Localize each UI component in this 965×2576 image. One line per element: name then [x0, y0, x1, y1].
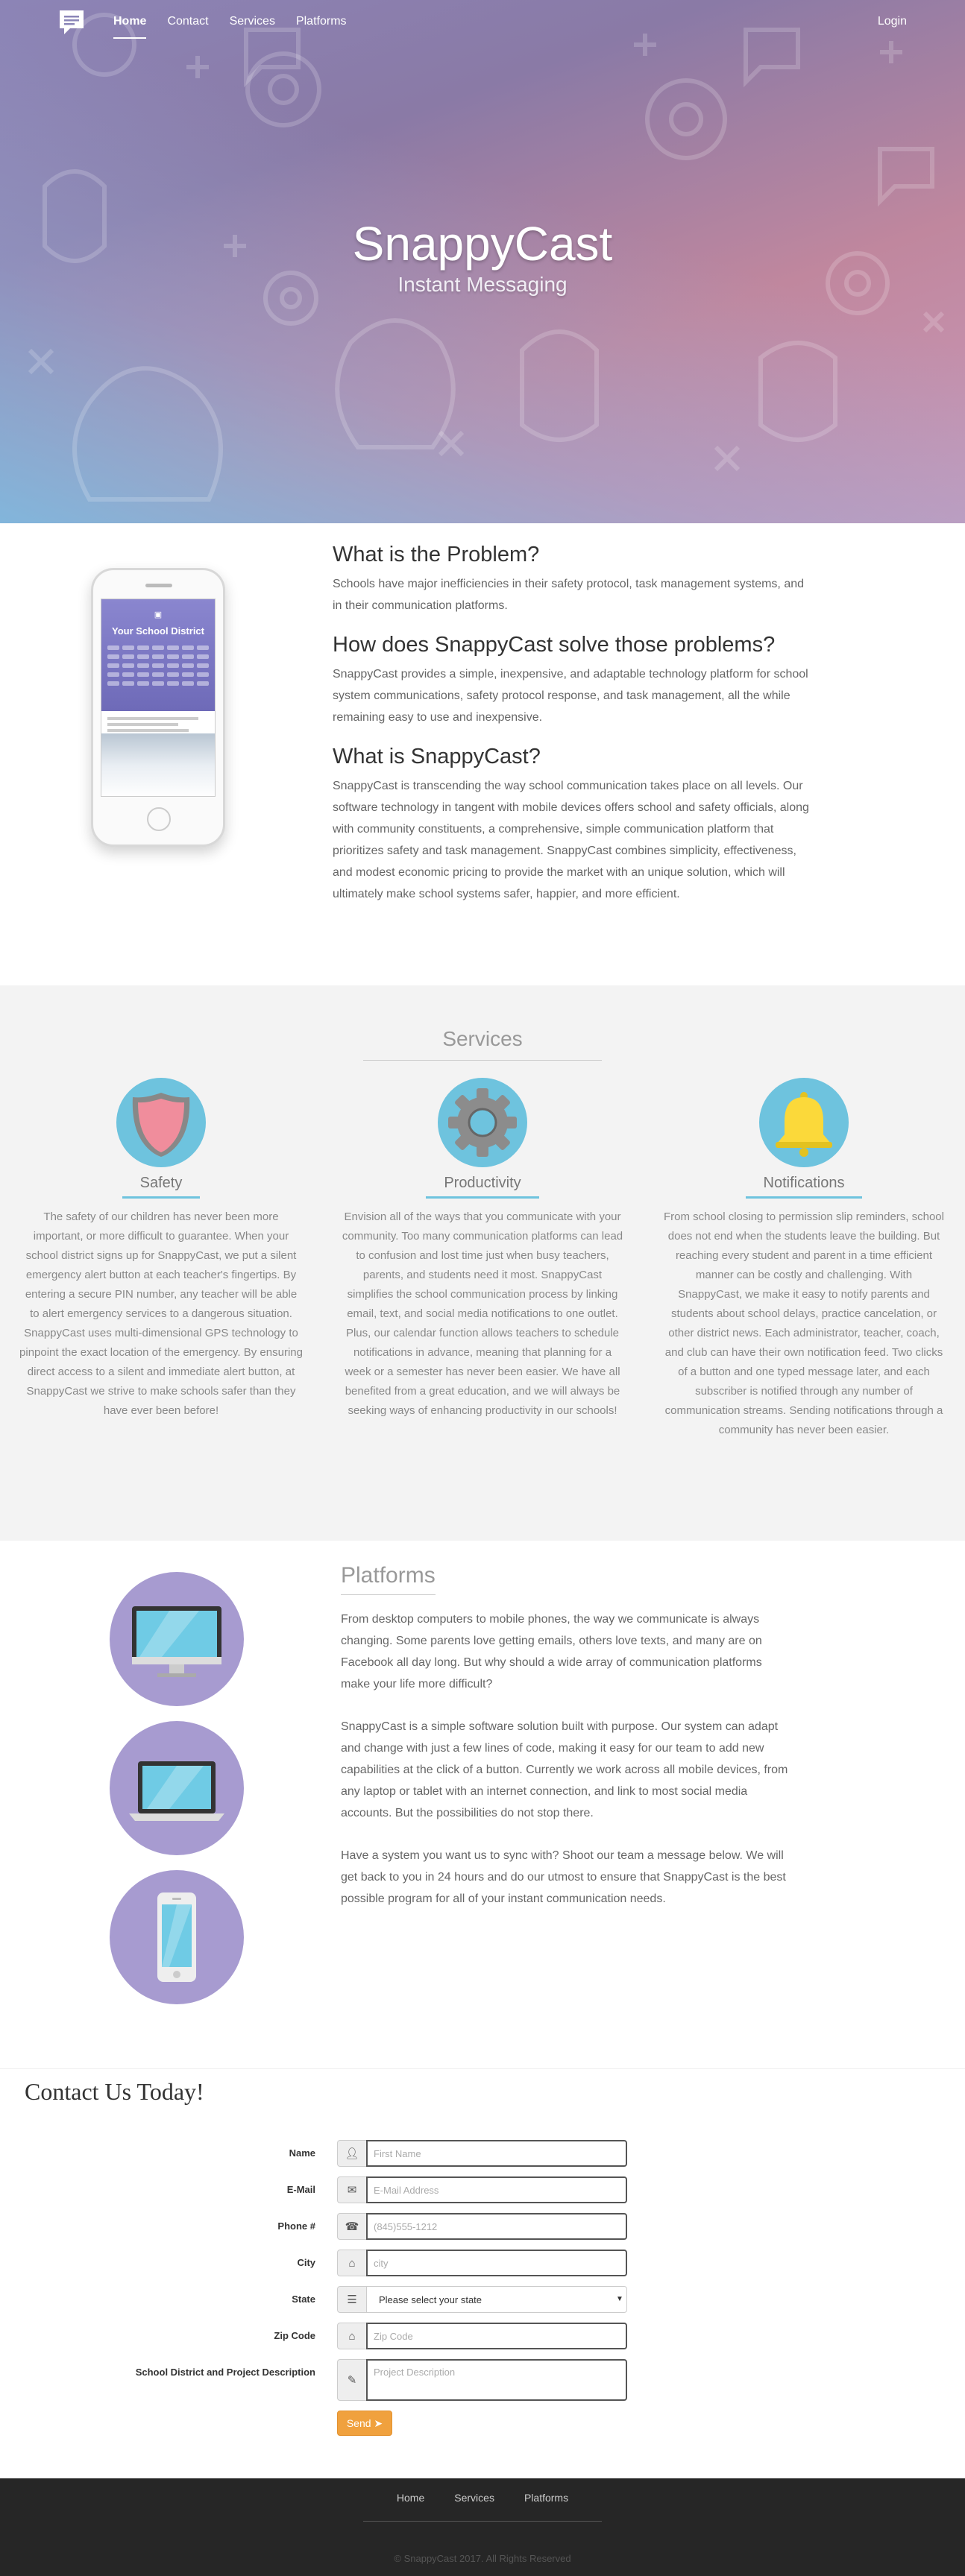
footer-link-platforms[interactable]: Platforms	[524, 2492, 568, 2504]
services-section: Services Safety The safety of our childr…	[0, 985, 965, 1541]
service-card-notifications: Notifications From school closing to per…	[662, 1078, 946, 1440]
footer-links: Home Services Platforms	[0, 2492, 965, 2504]
services-title: Services	[363, 1027, 602, 1061]
gear-icon	[448, 1088, 517, 1157]
zip-code-field[interactable]	[366, 2323, 627, 2349]
section-heading: What is the Problem?	[333, 543, 540, 566]
platforms-paragraph: Have a system you want us to sync with? …	[341, 1849, 786, 1905]
form-row-zip: Zip Code ⌂	[104, 2323, 627, 2349]
top-navbar: Home Contact Services Platforms Login	[0, 0, 965, 46]
service-title: Safety	[122, 1175, 201, 1199]
hero-subtitle: Instant Messaging	[397, 273, 568, 296]
pencil-icon: ✎	[337, 2359, 367, 2401]
field-label: School District and Project Description	[135, 2367, 315, 2378]
copyright: © SnappyCast 2017. All Rights Reserved	[394, 2553, 571, 2564]
form-row-email: E-Mail ✉︎	[104, 2176, 627, 2203]
about-text: What is the Problem? Schools have major …	[333, 543, 810, 905]
laptop-icon	[129, 1761, 224, 1821]
about-section: ▣ Your School District What is the Probl…	[0, 523, 965, 985]
phone-mockup-image: ▣ Your School District	[91, 568, 225, 847]
list-icon: ☰	[337, 2286, 367, 2313]
field-label: Zip Code	[274, 2330, 315, 2341]
nav-links: Home Contact Services Platforms	[113, 15, 347, 39]
hero-banner: SnappyCast Instant Messaging	[0, 0, 965, 523]
login-link[interactable]: Login	[878, 15, 907, 28]
hero-title: SnappyCast	[352, 217, 613, 271]
envelope-icon: ✉︎	[337, 2176, 367, 2203]
project-description-field[interactable]	[366, 2359, 627, 2401]
service-body: From school closing to permission slip r…	[664, 1210, 944, 1436]
email-field[interactable]	[366, 2176, 627, 2203]
platform-laptop	[110, 1721, 244, 1855]
section-heading: How does SnappyCast solve those problems…	[333, 633, 776, 657]
field-label: Phone #	[277, 2220, 315, 2232]
service-body: The safety of our children has never bee…	[19, 1210, 303, 1417]
section-body: SnappyCast is transcending the way schoo…	[333, 780, 809, 900]
form-row-state: State ☰ Please select your state ▼	[104, 2286, 627, 2313]
platforms-paragraph: SnappyCast is a simple software solution…	[341, 1720, 788, 1819]
chat-bubble-icon[interactable]	[58, 9, 85, 36]
platforms-paragraph: From desktop computers to mobile phones,…	[341, 1613, 762, 1690]
form-row-description: School District and Project Description …	[104, 2359, 627, 2401]
nav-item-platforms[interactable]: Platforms	[296, 15, 347, 39]
footer: Home Services Platforms © SnappyCast 201…	[0, 2478, 965, 2576]
service-title: Notifications	[745, 1175, 863, 1199]
platforms-title: Platforms	[341, 1563, 436, 1595]
bell-icon	[776, 1092, 832, 1157]
footer-link-services[interactable]: Services	[454, 2492, 494, 2504]
footer-link-home[interactable]: Home	[397, 2492, 424, 2504]
service-body: Envision all of the ways that you commun…	[342, 1210, 623, 1417]
section-heading: What is SnappyCast?	[333, 745, 541, 768]
service-title: Productivity	[426, 1175, 539, 1199]
home-icon: ⌂	[337, 2323, 367, 2349]
service-card-safety: Safety The safety of our children has ne…	[19, 1078, 303, 1421]
section-body: SnappyCast provides a simple, inexpensiv…	[333, 668, 808, 724]
contact-section: Contact Us Today! Name 👤︎ E-Mail ✉︎ Phon…	[0, 2068, 965, 2478]
field-label: E-Mail	[286, 2184, 315, 2195]
user-icon: 👤︎	[337, 2140, 367, 2167]
platforms-section: Platforms From desktop computers to mobi…	[0, 1541, 965, 2068]
field-label: City	[297, 2257, 315, 2268]
form-row-city: City ⌂	[104, 2250, 627, 2276]
paper-plane-icon: ➤	[374, 2416, 383, 2429]
nav-item-home[interactable]: Home	[113, 15, 147, 39]
phone-field[interactable]	[366, 2213, 627, 2240]
field-label: Name	[289, 2147, 315, 2159]
smartphone-icon	[157, 1892, 196, 1982]
first-name-field[interactable]	[366, 2140, 627, 2167]
phone-icon: ☎︎	[337, 2213, 367, 2240]
field-label: State	[292, 2294, 315, 2305]
footer-divider	[363, 2521, 602, 2522]
contact-title: Contact Us Today!	[25, 2078, 204, 2105]
send-label: Send	[346, 2416, 371, 2429]
send-button[interactable]: Send ➤	[337, 2411, 392, 2436]
form-row-phone: Phone # ☎︎	[104, 2213, 627, 2240]
home-icon: ⌂	[337, 2250, 367, 2276]
desktop-icon	[132, 1606, 221, 1677]
platform-smartphone	[110, 1870, 244, 2004]
shield-icon	[132, 1093, 190, 1157]
state-select[interactable]: Please select your state	[366, 2286, 627, 2313]
platform-desktop	[110, 1572, 244, 1706]
service-card-productivity: Productivity Envision all of the ways th…	[341, 1078, 624, 1421]
nav-item-contact[interactable]: Contact	[167, 15, 208, 39]
platforms-text: Platforms From desktop computers to mobi…	[341, 1563, 788, 1931]
nav-item-services[interactable]: Services	[230, 15, 275, 39]
section-body: Schools have major inefficiencies in the…	[333, 578, 805, 612]
city-field[interactable]	[366, 2250, 627, 2276]
form-row-name: Name 👤︎	[104, 2140, 627, 2167]
